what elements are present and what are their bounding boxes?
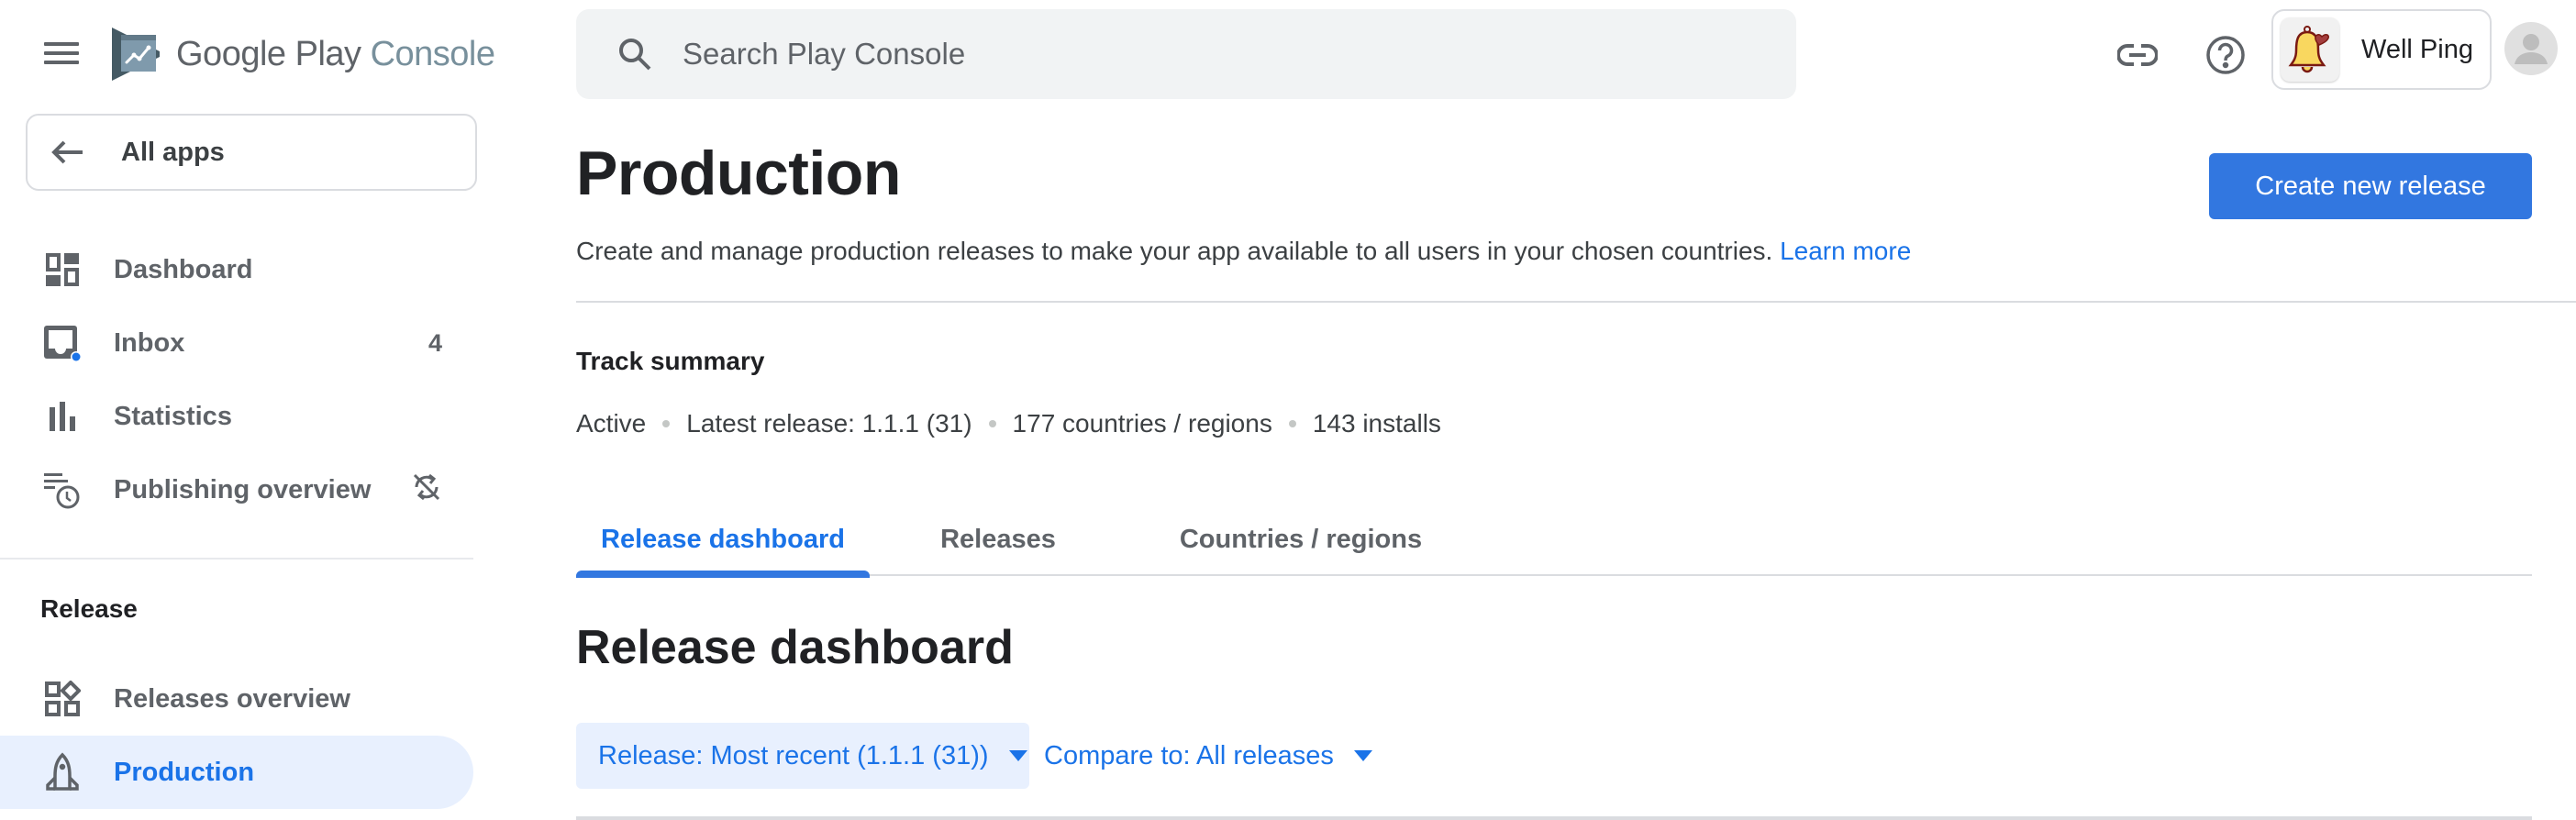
sidebar-item-dashboard[interactable]: Dashboard <box>0 233 473 306</box>
dropdown-arrow-icon <box>1353 750 1372 761</box>
all-apps-label: All apps <box>121 137 225 167</box>
sidebar-item-label: Inbox <box>114 327 185 358</box>
separator-dot <box>1288 420 1296 427</box>
separator-dot <box>988 420 996 427</box>
tab-release-dashboard[interactable]: Release dashboard <box>576 503 870 578</box>
filter-divider <box>576 816 2532 820</box>
compare-filter-dropdown[interactable]: Compare to: All releases <box>1044 723 1372 789</box>
sidebar-item-label: Statistics <box>114 401 232 431</box>
play-console-logo-icon <box>112 28 160 81</box>
search-input[interactable] <box>683 37 1692 72</box>
tab-releases[interactable]: Releases <box>906 503 1090 576</box>
sidebar-item-label: Publishing overview <box>114 474 372 504</box>
header-divider <box>576 301 2576 303</box>
app-name: Well Ping <box>2361 34 2473 64</box>
logo-word-console: Console <box>370 34 495 73</box>
bar-chart-icon <box>42 396 83 437</box>
page-description: Create and manage production releases to… <box>576 237 1911 266</box>
releases-overview-icon <box>42 679 83 719</box>
separator-dot <box>662 420 671 427</box>
person-icon <box>2515 34 2548 64</box>
google-play-console-logo[interactable]: Google Play Console <box>108 26 495 83</box>
sidebar-item-publishing-overview[interactable]: Publishing overview <box>0 453 473 526</box>
menu-icon-bar <box>44 42 79 46</box>
sidebar-item-label: Dashboard <box>114 254 253 284</box>
copy-link-button[interactable] <box>2114 31 2161 79</box>
menu-icon-bar <box>44 61 79 64</box>
learn-more-link[interactable]: Learn more <box>1780 237 1911 265</box>
publishing-schedule-icon <box>42 470 83 510</box>
sidebar-item-releases-overview[interactable]: Releases overview <box>0 662 473 736</box>
release-filter-dropdown[interactable]: Release: Most recent (1.1.1 (31)) <box>576 723 1029 789</box>
tab-countries-regions[interactable]: Countries / regions <box>1163 503 1438 576</box>
inbox-count-badge: 4 <box>427 328 442 357</box>
description-text: Create and manage production releases to… <box>576 237 1773 265</box>
link-icon <box>2117 44 2158 66</box>
sidebar-item-inbox[interactable]: Inbox 4 <box>0 306 473 380</box>
sync-disabled-icon <box>411 471 442 509</box>
page-title: Production <box>576 139 901 208</box>
compare-filter-label: Compare to: All releases <box>1044 740 1334 770</box>
account-avatar[interactable] <box>2504 22 2558 75</box>
help-button[interactable] <box>2202 31 2249 79</box>
inbox-icon <box>42 323 83 363</box>
dashboard-icon <box>42 249 83 290</box>
create-new-release-button[interactable]: Create new release <box>2209 153 2532 219</box>
release-filter-label: Release: Most recent (1.1.1 (31)) <box>598 740 989 770</box>
sidebar: Google Play Console All apps Dashboard I… <box>0 0 495 820</box>
help-icon <box>2206 36 2245 74</box>
search-icon <box>615 34 655 74</box>
sidebar-item-label: Production <box>114 757 255 787</box>
country-count: 177 countries / regions <box>1012 409 1272 438</box>
install-count: 143 installs <box>1312 409 1441 438</box>
track-summary-title: Track summary <box>576 347 765 375</box>
release-dashboard-heading: Release dashboard <box>576 621 1014 674</box>
notification-dot <box>72 352 81 361</box>
sidebar-item-production[interactable]: Production <box>0 736 473 809</box>
logo-text: Google Play Console <box>176 35 495 74</box>
arrow-back-icon <box>48 132 88 172</box>
main-menu-button[interactable] <box>37 33 88 73</box>
sidebar-item-label: Releases overview <box>114 683 350 714</box>
app-switcher-chip[interactable]: Well Ping <box>2271 9 2492 90</box>
latest-release: Latest release: 1.1.1 (31) <box>686 409 972 438</box>
logo-word-google-play: Google Play <box>176 34 361 73</box>
all-apps-button[interactable]: All apps <box>26 114 477 191</box>
menu-icon-bar <box>44 51 79 55</box>
app-bell-heart-icon <box>2281 17 2339 82</box>
dropdown-arrow-icon <box>1008 750 1027 761</box>
rocket-icon <box>42 752 83 792</box>
sidebar-item-statistics[interactable]: Statistics <box>0 380 473 453</box>
tab-bar: Release dashboard Releases Countries / r… <box>576 503 2532 578</box>
track-status: Active <box>576 409 647 438</box>
sidebar-divider <box>0 558 473 560</box>
track-summary: Active Latest release: 1.1.1 (31) 177 co… <box>576 409 1441 438</box>
sidebar-section-release: Release <box>40 594 138 623</box>
search-bar[interactable] <box>576 9 1796 99</box>
